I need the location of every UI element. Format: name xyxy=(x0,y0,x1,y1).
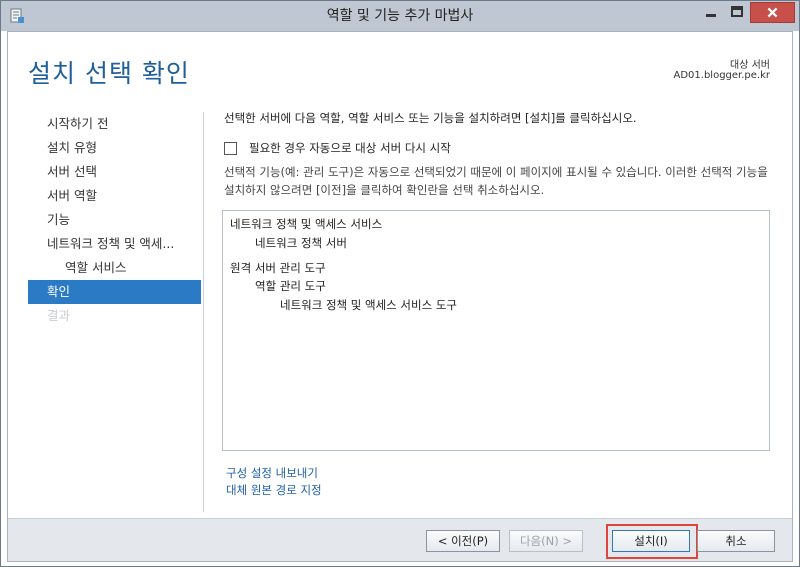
nav-item-confirmation[interactable]: 확인 xyxy=(28,280,201,304)
list-item: 원격 서버 관리 도구 xyxy=(230,261,326,275)
destination-server-name: AD01.blogger.pe.kr xyxy=(673,70,771,81)
maximize-icon xyxy=(731,6,743,17)
nav-divider xyxy=(203,112,204,512)
list-item: 역할 관리 도구 xyxy=(255,279,326,293)
previous-button[interactable]: < 이전(P) xyxy=(426,530,500,552)
minimize-button[interactable] xyxy=(698,2,724,23)
nav-item-before-you-begin[interactable]: 시작하기 전 xyxy=(28,112,201,136)
restart-checkbox[interactable] xyxy=(224,141,237,155)
install-button[interactable]: 설치(I) xyxy=(612,530,690,552)
window-title: 역할 및 기능 추가 마법사 xyxy=(326,8,474,24)
nav-item-network-policy[interactable]: 네트워크 정책 및 액세... xyxy=(28,232,201,256)
restart-checkbox-label[interactable]: 필요한 경우 자동으로 대상 서버 다시 시작 xyxy=(249,140,451,156)
minimize-icon xyxy=(706,14,716,17)
selection-list[interactable]: 네트워크 정책 및 액세스 서비스 네트워크 정책 서버 원격 서버 관리 도구… xyxy=(222,210,770,451)
restart-option[interactable]: 필요한 경우 자동으로 대상 서버 다시 시작 xyxy=(224,140,451,156)
wizard-nav: 시작하기 전 설치 유형 서버 선택 서버 역할 기능 네트워크 정책 및 액세… xyxy=(28,112,201,328)
nav-item-results: 결과 xyxy=(47,308,71,323)
page-title: 설치 선택 확인 xyxy=(28,59,190,88)
list-item: 네트워크 정책 서버 xyxy=(255,236,347,250)
intro-text: 선택한 서버에 다음 역할, 역할 서비스 또는 기능을 설치하려면 [설치]를… xyxy=(224,111,637,125)
next-button: 다음(N) > xyxy=(509,530,583,552)
list-item: 네트워크 정책 및 액세스 서비스 도구 xyxy=(280,298,457,312)
close-button[interactable] xyxy=(750,2,795,23)
export-config-link[interactable]: 구성 설정 내보내기 xyxy=(226,465,318,481)
nav-item-features[interactable]: 기능 xyxy=(28,208,201,232)
cancel-button[interactable]: 취소 xyxy=(697,530,775,552)
maximize-button[interactable] xyxy=(724,2,750,23)
optional-features-note: 선택적 기능(예: 관리 도구)은 자동으로 선택되었기 때문에 이 페이지에 … xyxy=(224,165,768,197)
wizard-footer: < 이전(P) 다음(N) > 설치(I) 취소 xyxy=(8,518,792,561)
nav-item-installation-type[interactable]: 설치 유형 xyxy=(28,136,201,160)
wizard-window: 역할 및 기능 추가 마법사 설치 선택 확인 대상 서버 AD01.blogg… xyxy=(0,0,800,567)
title-bar[interactable]: 역할 및 기능 추가 마법사 xyxy=(1,1,799,31)
nav-item-server-selection[interactable]: 서버 선택 xyxy=(28,160,201,184)
list-item: 네트워크 정책 및 액세스 서비스 xyxy=(230,217,383,231)
nav-item-server-roles[interactable]: 서버 역할 xyxy=(28,184,201,208)
close-icon xyxy=(767,7,778,18)
destination-server-label: 대상 서버 xyxy=(730,60,770,71)
nav-item-role-services[interactable]: 역할 서비스 xyxy=(28,256,201,280)
wizard-client-area: 설치 선택 확인 대상 서버 AD01.blogger.pe.kr 시작하기 전… xyxy=(7,31,793,562)
alternate-source-link[interactable]: 대체 원본 경로 지정 xyxy=(226,482,322,498)
